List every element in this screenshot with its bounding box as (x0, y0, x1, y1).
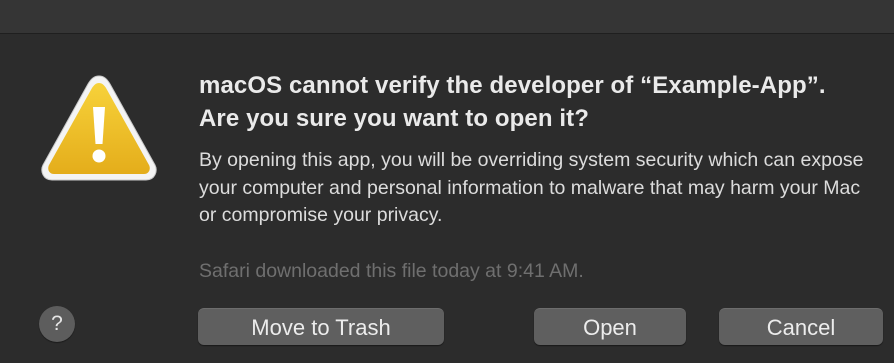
security-alert-dialog: macOS cannot verify the developer of “Ex… (0, 0, 894, 363)
cancel-button[interactable]: Cancel (719, 308, 883, 345)
open-button[interactable]: Open (534, 308, 686, 345)
move-to-trash-button[interactable]: Move to Trash (198, 308, 444, 345)
dialog-message: By opening this app, you will be overrid… (199, 149, 864, 226)
dialog-heading: macOS cannot verify the developer of “Ex… (199, 72, 826, 132)
help-button[interactable]: ? (39, 306, 75, 342)
question-mark-icon: ? (51, 312, 63, 335)
download-info-text: Safari downloaded this file today at 9:4… (199, 260, 584, 282)
window-titlebar[interactable] (0, 0, 894, 34)
warning-triangle-icon (41, 75, 157, 181)
